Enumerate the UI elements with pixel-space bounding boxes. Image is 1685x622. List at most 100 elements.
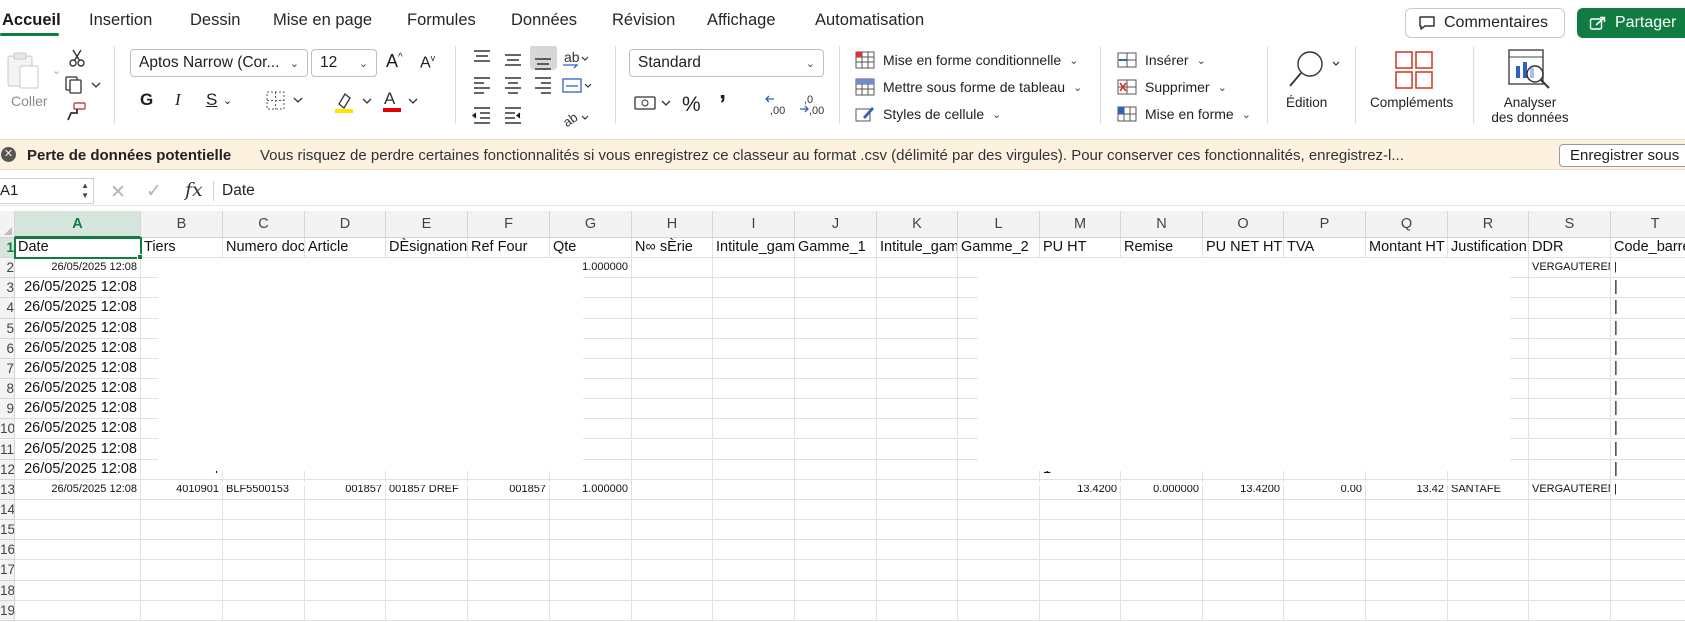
name-box[interactable]: A1 ▲ ▼ [0,178,94,204]
cell-f16[interactable] [468,540,550,561]
format-as-table-button[interactable]: Mettre sous forme de tableau ⌄ [855,78,1082,96]
cell-a4[interactable]: 26/05/2025 12:08 [15,298,141,319]
cell-r19[interactable] [1448,600,1529,621]
cell-k14[interactable] [877,499,958,521]
tab-2[interactable]: Insertion [89,11,152,30]
cell-a3[interactable]: 26/05/2025 12:08 [15,278,141,299]
percent-button[interactable]: % [682,93,701,117]
cell-m1[interactable]: PU HT [1040,238,1121,259]
column-header-p[interactable]: P [1284,211,1366,238]
row-header-18[interactable]: 18 [0,580,15,601]
cell-a11[interactable]: 26/05/2025 12:08 [15,439,141,460]
cell-b16[interactable] [141,540,223,561]
cell-o17[interactable] [1203,560,1284,581]
accounting-format-icon[interactable] [634,94,674,119]
cell-k15[interactable] [877,520,958,541]
tab-9[interactable]: Automatisation [815,11,924,30]
cell-h10[interactable] [632,419,713,440]
alignment-icons[interactable]: ab ab [471,45,592,135]
cell-k4[interactable] [877,298,958,319]
cell-j8[interactable] [795,379,877,400]
cell-i3[interactable] [713,278,795,299]
cell-t2[interactable]: | [1611,258,1685,279]
cell-o19[interactable] [1203,600,1284,621]
tab-3[interactable]: Dessin [190,11,240,30]
cell-k16[interactable] [877,540,958,561]
cell-k18[interactable] [877,580,958,601]
cell-j3[interactable] [795,278,877,299]
column-header-j[interactable]: J [795,211,877,238]
decrease-decimal-icon[interactable]: ,00 [764,94,794,121]
row-header-11[interactable]: 11 [0,439,15,460]
column-header-c[interactable]: C [223,211,305,238]
cell-f15[interactable] [468,520,550,541]
cell-p1[interactable]: TVA [1284,238,1366,259]
cell-p19[interactable] [1284,600,1366,621]
format-painter-icon[interactable] [65,101,87,123]
cell-k3[interactable] [877,278,958,299]
cell-j18[interactable] [795,580,877,601]
cell-s6[interactable] [1529,338,1611,359]
cell-n17[interactable] [1121,560,1203,581]
cell-a10[interactable]: 26/05/2025 12:08 [15,419,141,440]
cell-k13[interactable] [877,479,958,500]
fill-handle[interactable] [137,254,143,261]
cell-k12[interactable] [877,459,958,480]
cell-h5[interactable] [632,318,713,339]
cell-b14[interactable] [141,499,223,521]
cell-s19[interactable] [1529,600,1611,621]
format-cells-button[interactable]: Mise en forme ⌄ [1117,105,1251,123]
column-header-h[interactable]: H [632,211,713,238]
share-button[interactable]: Partager [1577,8,1685,38]
number-format-select[interactable]: Standard ⌄ [629,49,824,77]
font-size-select[interactable]: 12 ⌄ [311,49,377,77]
cell-i11[interactable] [713,439,795,460]
cell-t3[interactable]: | [1611,278,1685,299]
column-header-g[interactable]: G [550,211,632,238]
cell-g16[interactable] [550,540,632,561]
column-header-b[interactable]: B [141,211,223,238]
italic-button[interactable]: I [175,90,181,110]
cell-h8[interactable] [632,379,713,400]
cell-a9[interactable]: 26/05/2025 12:08 [15,399,141,420]
cell-r16[interactable] [1448,540,1529,561]
cell-h2[interactable] [632,258,713,279]
cell-m15[interactable] [1040,520,1121,541]
cell-d16[interactable] [305,540,386,561]
delete-button[interactable]: Supprimer ⌄ [1117,78,1227,96]
cell-n15[interactable] [1121,520,1203,541]
cell-e18[interactable] [386,580,468,601]
cell-b15[interactable] [141,520,223,541]
cell-m17[interactable] [1040,560,1121,581]
column-header-i[interactable]: I [713,211,795,238]
cell-t1[interactable]: Code_barre [1611,238,1685,259]
column-header-d[interactable]: D [305,211,386,238]
column-header-m[interactable]: M [1040,211,1121,238]
cell-q18[interactable] [1366,580,1448,601]
cell-k9[interactable] [877,399,958,420]
cell-h9[interactable] [632,399,713,420]
cell-a19[interactable] [15,600,141,621]
increase-font-size-icon[interactable]: A^ [386,51,403,72]
analyze-data-button[interactable]: Analyser des données [1489,46,1571,132]
cell-i17[interactable] [713,560,795,581]
column-header-e[interactable]: E [386,211,468,238]
cell-i15[interactable] [713,520,795,541]
cell-j9[interactable] [795,399,877,420]
cell-n18[interactable] [1121,580,1203,601]
row-header-2[interactable]: 2 [0,258,15,279]
tab-6[interactable]: Données [511,11,577,30]
cell-p17[interactable] [1284,560,1366,581]
cell-i5[interactable] [713,318,795,339]
cell-d19[interactable] [305,600,386,621]
cell-d1[interactable]: Article [305,238,386,259]
row-header-8[interactable]: 8 [0,379,15,400]
cell-n16[interactable] [1121,540,1203,561]
cell-s17[interactable] [1529,560,1611,581]
cell-l16[interactable] [958,540,1040,561]
cell-h14[interactable] [632,499,713,521]
cell-l17[interactable] [958,560,1040,581]
cell-q15[interactable] [1366,520,1448,541]
cell-o18[interactable] [1203,580,1284,601]
cell-t5[interactable]: | [1611,319,1685,339]
